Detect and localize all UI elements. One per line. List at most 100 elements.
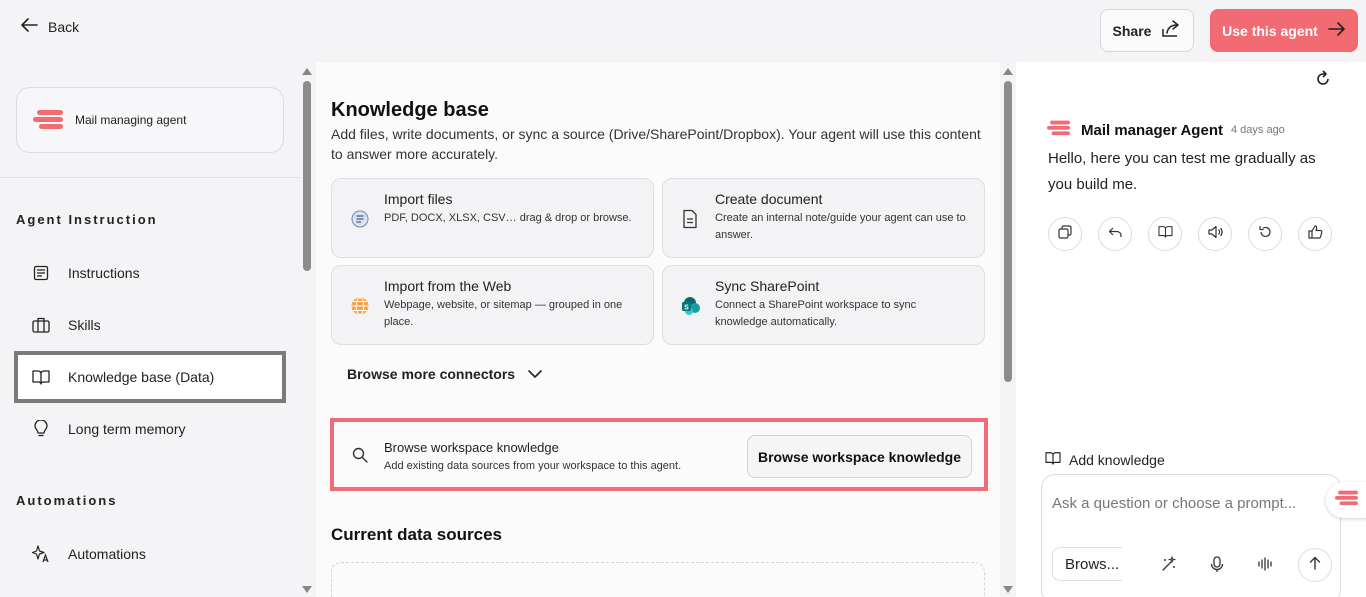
browse-prompts-button[interactable]: Brows...: [1052, 547, 1122, 581]
magic-wand-icon[interactable]: [1160, 555, 1178, 573]
top-bar: Back Share Use this agent: [0, 0, 1366, 62]
regenerate-button[interactable]: [1248, 217, 1282, 251]
lightbulb-icon: [32, 420, 50, 438]
option-title: Import files: [384, 191, 453, 207]
sidebar-scrollbar[interactable]: [301, 62, 313, 597]
page-title: Knowledge base: [331, 99, 489, 121]
read-aloud-button[interactable]: [1198, 217, 1232, 251]
sidebar-item-label: Knowledge base (Data): [68, 369, 215, 385]
workspace-knowledge-box: Browse workspace knowledge Add existing …: [330, 418, 988, 491]
thumbs-up-button[interactable]: [1298, 217, 1332, 251]
sidebar-item-label: Skills: [68, 317, 101, 333]
section-agent-instruction: Agent Instruction: [16, 212, 158, 227]
agent-logo-icon: [1335, 489, 1361, 511]
chat-input[interactable]: Ask a question or choose a prompt...: [1052, 495, 1296, 512]
arrow-left-icon: [20, 18, 38, 35]
add-to-knowledge-button[interactable]: [1148, 217, 1182, 251]
option-desc: Webpage, website, or sitemap — grouped i…: [384, 299, 623, 328]
agent-card-name: Mail managing agent: [75, 113, 187, 127]
option-desc: PDF, DOCX, XLSX, CSV… drag & drop or bro…: [384, 212, 632, 224]
use-agent-button[interactable]: Use this agent: [1210, 9, 1358, 52]
sync-sharepoint-card[interactable]: S Sync SharePoint Connect a SharePoint w…: [662, 265, 985, 345]
add-knowledge-link[interactable]: Add knowledge: [1045, 451, 1165, 468]
book-icon: [32, 368, 50, 386]
refresh-icon[interactable]: [1314, 70, 1332, 93]
browse-workspace-button[interactable]: Browse workspace knowledge: [747, 435, 972, 478]
arrow-up-icon: [1309, 556, 1321, 575]
chat-input-box[interactable]: Ask a question or choose a prompt... Bro…: [1041, 474, 1341, 597]
share-button[interactable]: Share: [1100, 9, 1194, 52]
sidebar-item-label: Long term memory: [68, 421, 186, 437]
workspace-title: Browse workspace knowledge: [384, 440, 559, 455]
content-scrollbar[interactable]: [1002, 62, 1014, 597]
book-icon: [1045, 451, 1061, 468]
add-knowledge-label: Add knowledge: [1069, 451, 1165, 468]
chat-message: Hello, here you can test me gradually as…: [1048, 150, 1316, 193]
current-sources-list: [331, 562, 985, 597]
connectors-label: Browse more connectors: [347, 366, 516, 382]
sidebar-item-long-term-memory[interactable]: Long term memory: [14, 403, 286, 455]
chat-panel: Mail manager Agent 4 days ago Hello, her…: [1016, 62, 1366, 597]
speaker-icon: [1207, 225, 1223, 244]
agent-logo-icon: [33, 108, 67, 133]
share-icon: [1161, 20, 1181, 41]
chevron-down-icon: [527, 366, 543, 382]
sidebar-divider: [0, 177, 300, 178]
globe-icon: [350, 296, 370, 316]
send-button[interactable]: [1298, 548, 1332, 582]
scroll-up-arrow-icon[interactable]: [302, 68, 312, 75]
content-scroll-thumb[interactable]: [1004, 81, 1012, 382]
briefcase-icon: [32, 316, 50, 334]
agent-logo-icon: [1047, 119, 1073, 141]
create-document-icon: [681, 209, 701, 229]
create-document-card[interactable]: Create document Create an internal note/…: [662, 178, 985, 258]
copy-icon: [1058, 224, 1072, 244]
option-title: Sync SharePoint: [715, 278, 820, 294]
option-title: Create document: [715, 191, 823, 207]
thumbs-up-icon: [1307, 224, 1323, 244]
sidebar-item-skills[interactable]: Skills: [14, 299, 286, 351]
chat-agent-name: Mail manager Agent: [1081, 121, 1223, 139]
arrow-right-icon: [1328, 22, 1346, 39]
option-desc: Create an internal note/guide your agent…: [715, 212, 966, 241]
sharepoint-icon: S: [681, 296, 701, 316]
search-icon: [352, 447, 368, 468]
copy-button[interactable]: [1048, 217, 1082, 251]
file-import-icon: [350, 209, 370, 229]
use-agent-label: Use this agent: [1222, 22, 1318, 39]
reply-button[interactable]: [1098, 217, 1132, 251]
option-desc: Connect a SharePoint workspace to sync k…: [715, 299, 917, 328]
svg-text:S: S: [684, 305, 689, 312]
document-icon: [32, 264, 50, 282]
back-label: Back: [48, 18, 80, 35]
back-button[interactable]: Back: [20, 18, 79, 35]
knowledge-panel: Knowledge base Add files, write document…: [316, 62, 1000, 597]
sidebar-item-label: Instructions: [68, 265, 140, 281]
sparkle-icon: [32, 545, 50, 563]
import-files-card[interactable]: Import files PDF, DOCX, XLSX, CSV… drag …: [331, 178, 654, 258]
browse-more-connectors[interactable]: Browse more connectors: [347, 366, 543, 382]
sidebar-item-label: Automations: [68, 546, 146, 562]
scroll-up-arrow-icon[interactable]: [1003, 68, 1013, 75]
sidebar-item-knowledge-base[interactable]: Knowledge base (Data): [14, 351, 286, 403]
chat-header: Mail manager Agent 4 days ago: [1047, 119, 1285, 141]
sidebar: Mail managing agent Agent Instruction In…: [0, 62, 300, 597]
undo-icon: [1258, 225, 1272, 244]
floating-assistant-button[interactable]: [1326, 482, 1366, 518]
workspace-desc: Add existing data sources from your work…: [384, 460, 682, 472]
voice-wave-icon[interactable]: [1256, 555, 1274, 573]
chat-timestamp: 4 days ago: [1230, 124, 1285, 136]
sidebar-scroll-thumb[interactable]: [303, 81, 311, 271]
microphone-icon[interactable]: [1208, 555, 1226, 573]
option-title: Import from the Web: [384, 278, 512, 294]
share-label: Share: [1112, 22, 1152, 39]
sidebar-item-automations[interactable]: Automations: [14, 528, 286, 580]
agent-card[interactable]: Mail managing agent: [16, 87, 284, 153]
reply-icon: [1108, 225, 1122, 244]
scroll-down-arrow-icon[interactable]: [302, 586, 312, 593]
sidebar-item-instructions[interactable]: Instructions: [14, 247, 286, 299]
scroll-down-arrow-icon[interactable]: [1003, 586, 1013, 593]
page-description: Add files, write documents, or sync a so…: [331, 126, 981, 162]
import-web-card[interactable]: Import from the Web Webpage, website, or…: [331, 265, 654, 345]
section-automations: Automations: [16, 493, 118, 508]
